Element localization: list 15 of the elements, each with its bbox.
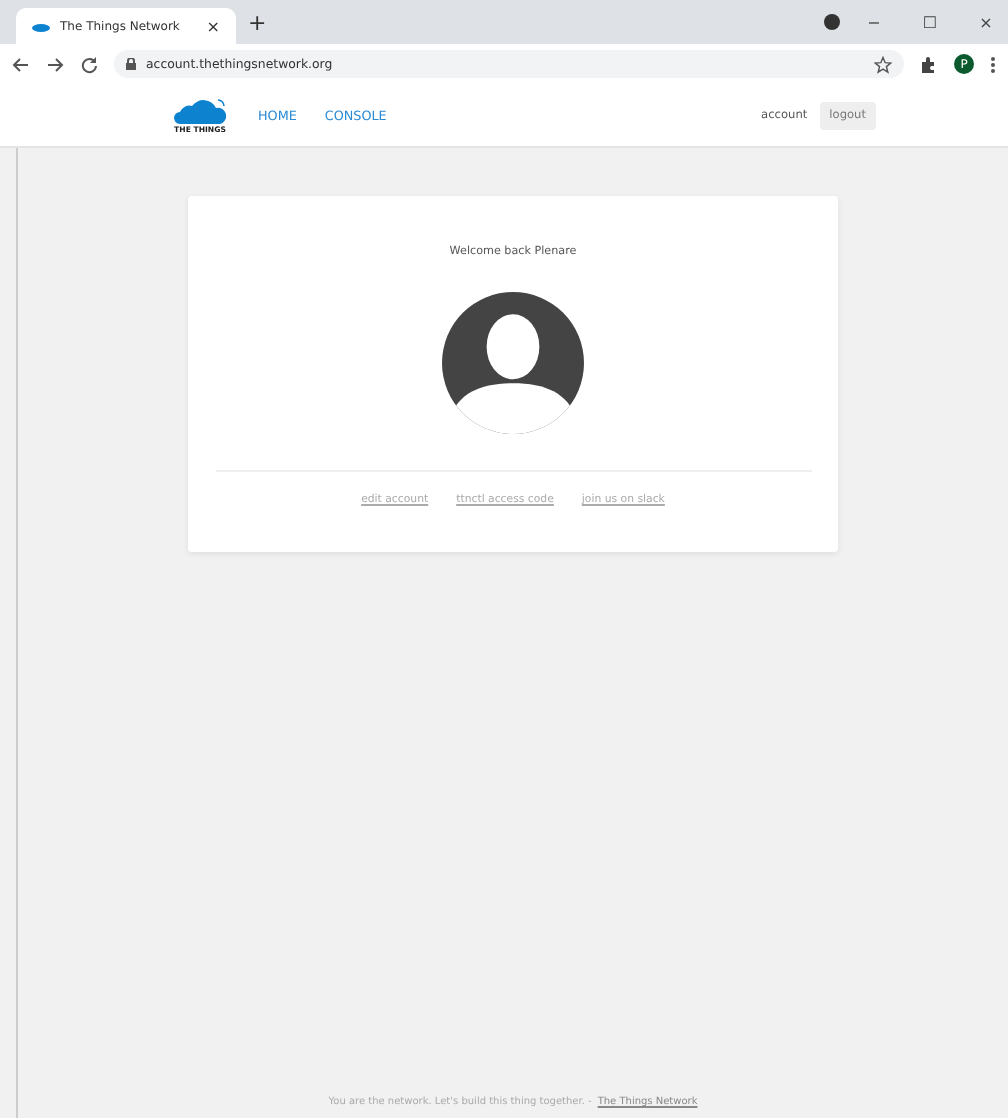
cloud-logo-icon — [174, 97, 226, 123]
window-control[interactable]: ☐ — [908, 13, 952, 31]
puzzle-icon[interactable] — [920, 55, 938, 73]
star-icon[interactable] — [874, 55, 892, 73]
cloud-icon — [32, 21, 50, 31]
menu-icon[interactable] — [990, 55, 996, 73]
forward-icon[interactable] — [46, 55, 64, 73]
new-tab-button[interactable]: + — [248, 9, 267, 35]
record-icon[interactable] — [824, 14, 840, 30]
reload-icon[interactable] — [80, 55, 98, 73]
window-control[interactable]: − — [852, 13, 896, 31]
lock-icon — [126, 58, 136, 70]
close-icon[interactable]: × — [206, 17, 220, 35]
back-icon[interactable] — [12, 55, 30, 73]
window-control[interactable]: × — [964, 13, 1008, 31]
